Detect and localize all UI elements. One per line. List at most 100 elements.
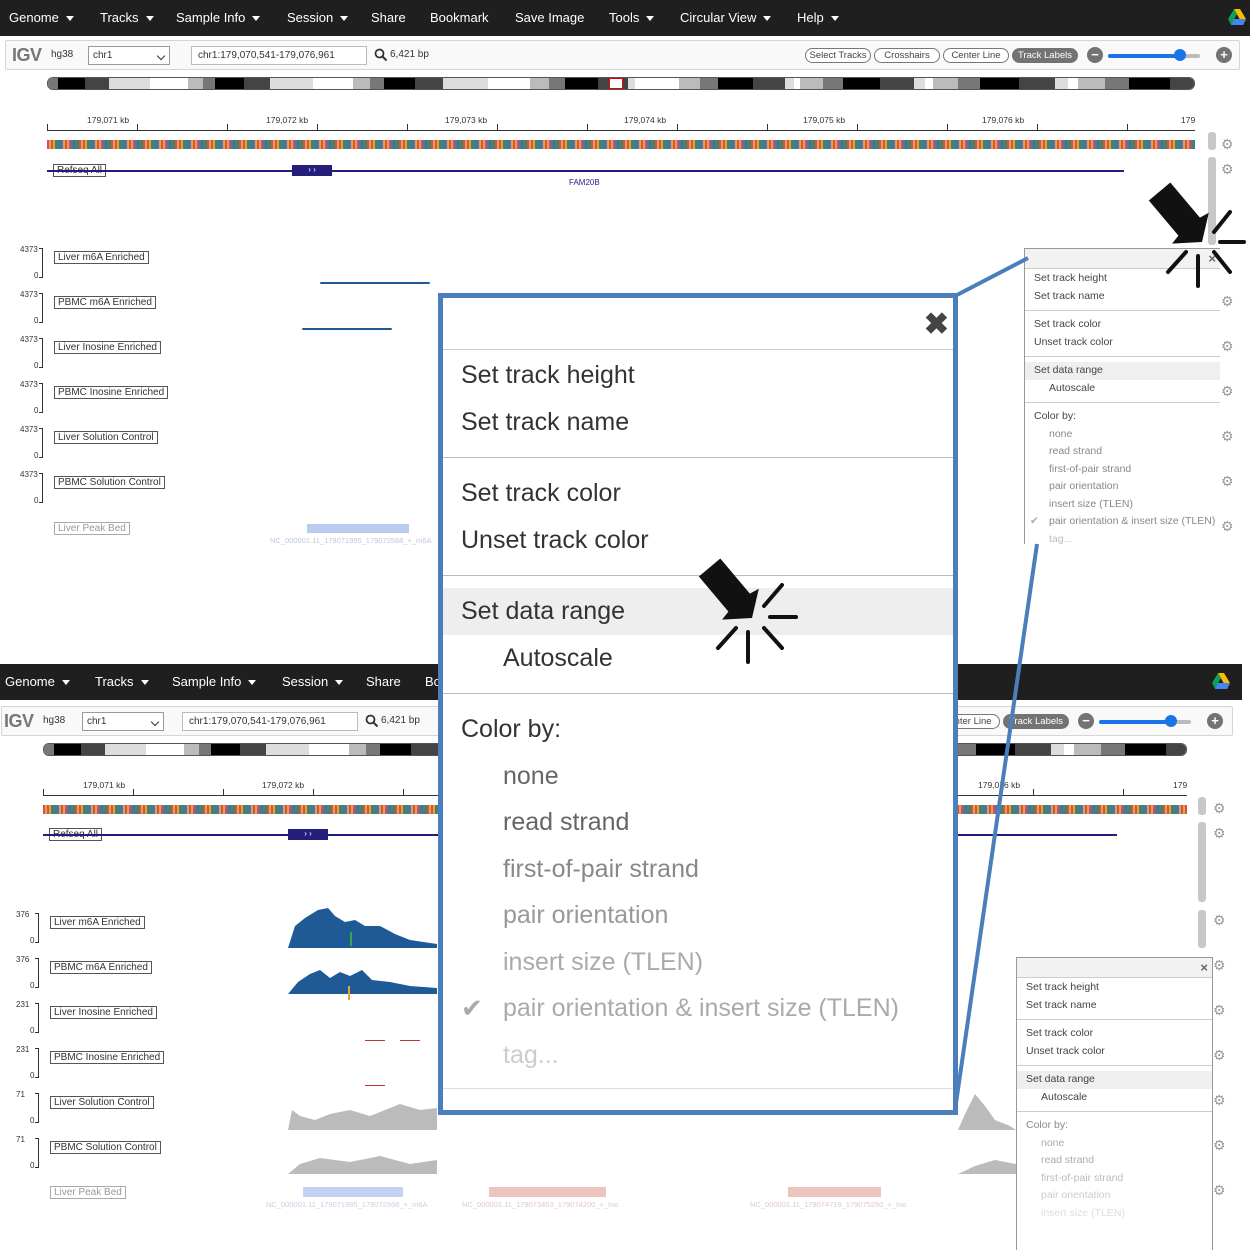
zoom-thumb[interactable] <box>1164 715 1177 727</box>
gear-icon[interactable]: ⚙ <box>1213 1048 1227 1062</box>
track-label[interactable]: PBMC m6A Enriched <box>50 961 152 974</box>
nav-save-image[interactable]: Save Image <box>515 0 584 36</box>
zoomed-color-by-pair-orientation-insert-size[interactable]: ✔ pair orientation & insert size (TLEN) <box>443 985 953 1032</box>
gear-icon[interactable]: ⚙ <box>1221 339 1235 353</box>
gear-icon[interactable]: ⚙ <box>1213 1183 1227 1197</box>
track-label[interactable]: PBMC Solution Control <box>54 476 165 489</box>
scrollbar[interactable] <box>1198 797 1206 815</box>
scrollbar[interactable] <box>1208 132 1216 150</box>
google-drive-icon[interactable] <box>1228 9 1246 25</box>
nav-session[interactable]: Session <box>287 0 349 36</box>
menu-color-by-read-strand[interactable]: read strand <box>1025 443 1220 461</box>
track-label[interactable]: PBMC Solution Control <box>50 1141 161 1154</box>
chromosome-select[interactable]: chr1 <box>88 46 170 65</box>
menu-autoscale[interactable]: Autoscale <box>1017 1089 1212 1107</box>
nav-genome[interactable]: Genome <box>5 664 70 700</box>
track-label[interactable]: PBMC Inosine Enriched <box>50 1051 165 1064</box>
scrollbar[interactable] <box>1208 157 1216 245</box>
zoomed-color-by-none[interactable]: none <box>443 753 953 800</box>
track-label[interactable]: Liver m6A Enriched <box>50 916 145 929</box>
gear-icon[interactable]: ⚙ <box>1221 294 1235 308</box>
nav-share[interactable]: Share <box>366 664 401 700</box>
close-icon[interactable]: × <box>1200 961 1208 974</box>
close-icon[interactable]: × <box>1208 252 1216 265</box>
zoom-in-button[interactable]: + <box>1207 713 1223 729</box>
crosshairs-button[interactable]: Crosshairs <box>874 48 940 63</box>
menu-color-by-first-of-pair[interactable]: first-of-pair strand <box>1025 461 1220 479</box>
track-label[interactable]: Liver m6A Enriched <box>54 251 149 264</box>
gear-icon[interactable]: ⚙ <box>1221 162 1235 176</box>
menu-color-by-first-of-pair[interactable]: first-of-pair strand <box>1017 1170 1212 1188</box>
zoomed-set-data-range[interactable]: Set data range <box>443 588 953 635</box>
gear-icon[interactable]: ⚙ <box>1213 826 1227 840</box>
bed-track-label[interactable]: Liver Peak Bed <box>50 1186 126 1199</box>
track-label[interactable]: Liver Solution Control <box>54 431 158 444</box>
zoom-slider[interactable] <box>1108 54 1200 58</box>
track-labels-button[interactable]: Track Labels <box>1012 48 1078 63</box>
gear-icon[interactable]: ⚙ <box>1221 519 1235 533</box>
menu-color-by-tag[interactable]: tag... <box>1025 531 1220 549</box>
zoom-out-button[interactable]: − <box>1087 47 1103 63</box>
nav-sample-info[interactable]: Sample Info <box>172 664 257 700</box>
menu-set-track-name[interactable]: Set track name <box>1025 288 1220 306</box>
menu-color-by-pair-orientation-insert-size[interactable]: ✔ pair orientation & insert size (TLEN) <box>1025 513 1220 531</box>
search-icon[interactable] <box>374 48 388 62</box>
close-icon[interactable]: ✖ <box>924 310 949 340</box>
menu-set-track-color[interactable]: Set track color <box>1025 316 1220 334</box>
select-tracks-button[interactable]: Select Tracks <box>805 48 871 63</box>
nav-genome[interactable]: Genome <box>9 0 74 36</box>
nav-share[interactable]: Share <box>371 0 406 36</box>
gear-icon[interactable]: ⚙ <box>1221 137 1235 151</box>
nav-circular-view[interactable]: Circular View <box>680 0 772 36</box>
track-label[interactable]: PBMC m6A Enriched <box>54 296 156 309</box>
zoom-out-button[interactable]: − <box>1078 713 1094 729</box>
menu-set-track-height[interactable]: Set track height <box>1017 979 1212 997</box>
nav-session[interactable]: Session <box>282 664 344 700</box>
gear-icon[interactable]: ⚙ <box>1213 1093 1227 1107</box>
bed-feature[interactable] <box>307 524 409 533</box>
nav-tools[interactable]: Tools <box>609 0 655 36</box>
track-labels-button[interactable]: Track Labels <box>1003 714 1069 729</box>
bed-feature[interactable] <box>788 1187 881 1197</box>
gear-icon[interactable]: ⚙ <box>1221 429 1235 443</box>
gear-icon[interactable]: ⚙ <box>1213 1003 1227 1017</box>
zoom-in-button[interactable]: + <box>1216 47 1232 63</box>
zoomed-color-by-first-of-pair[interactable]: first-of-pair strand <box>443 846 953 893</box>
menu-color-by-pair-orientation[interactable]: pair orientation <box>1025 478 1220 496</box>
menu-set-data-range[interactable]: Set data range <box>1017 1071 1212 1089</box>
zoomed-color-by-insert-size[interactable]: insert size (TLEN) <box>443 939 953 986</box>
locus-input[interactable]: chr1:179,070,541-179,076,961 <box>191 46 367 65</box>
gear-icon[interactable]: ⚙ <box>1213 801 1227 815</box>
track-label[interactable]: Liver Inosine Enriched <box>50 1006 157 1019</box>
nav-sample-info[interactable]: Sample Info <box>176 0 261 36</box>
nav-help[interactable]: Help <box>797 0 839 36</box>
zoom-slider[interactable] <box>1099 720 1191 724</box>
menu-set-track-name[interactable]: Set track name <box>1017 997 1212 1015</box>
nav-tracks[interactable]: Tracks <box>100 0 154 36</box>
zoom-thumb[interactable] <box>1173 49 1186 61</box>
bed-feature[interactable] <box>303 1187 403 1197</box>
menu-color-by-pair-orientation[interactable]: pair orientation <box>1017 1187 1212 1205</box>
menu-unset-track-color[interactable]: Unset track color <box>1017 1043 1212 1061</box>
locus-input[interactable]: chr1:179,070,541-179,076,961 <box>182 712 358 731</box>
zoomed-color-by-read-strand[interactable]: read strand <box>443 799 953 846</box>
zoomed-color-by-pair-orientation[interactable]: pair orientation <box>443 892 953 939</box>
menu-set-data-range[interactable]: Set data range <box>1025 362 1220 380</box>
gear-icon[interactable]: ⚙ <box>1221 384 1235 398</box>
bed-track-label[interactable]: Liver Peak Bed <box>54 522 130 535</box>
chromosome-ideogram[interactable] <box>47 77 1195 90</box>
scrollbar[interactable] <box>1198 910 1206 948</box>
menu-color-by-insert-size[interactable]: insert size (TLEN) <box>1017 1205 1212 1223</box>
menu-color-by-none[interactable]: none <box>1025 426 1220 444</box>
track-label[interactable]: Liver Solution Control <box>50 1096 154 1109</box>
zoomed-unset-track-color[interactable]: Unset track color <box>443 517 953 564</box>
center-line-button[interactable]: Center Line <box>943 48 1009 63</box>
bed-feature[interactable] <box>489 1187 606 1197</box>
menu-set-track-height[interactable]: Set track height <box>1025 270 1220 288</box>
nav-tracks[interactable]: Tracks <box>95 664 149 700</box>
search-icon[interactable] <box>365 714 379 728</box>
gear-icon[interactable]: ⚙ <box>1221 474 1235 488</box>
zoomed-set-track-name[interactable]: Set track name <box>443 399 953 446</box>
zoomed-color-by-tag[interactable]: tag... <box>443 1032 953 1079</box>
track-label[interactable]: PBMC Inosine Enriched <box>54 386 169 399</box>
